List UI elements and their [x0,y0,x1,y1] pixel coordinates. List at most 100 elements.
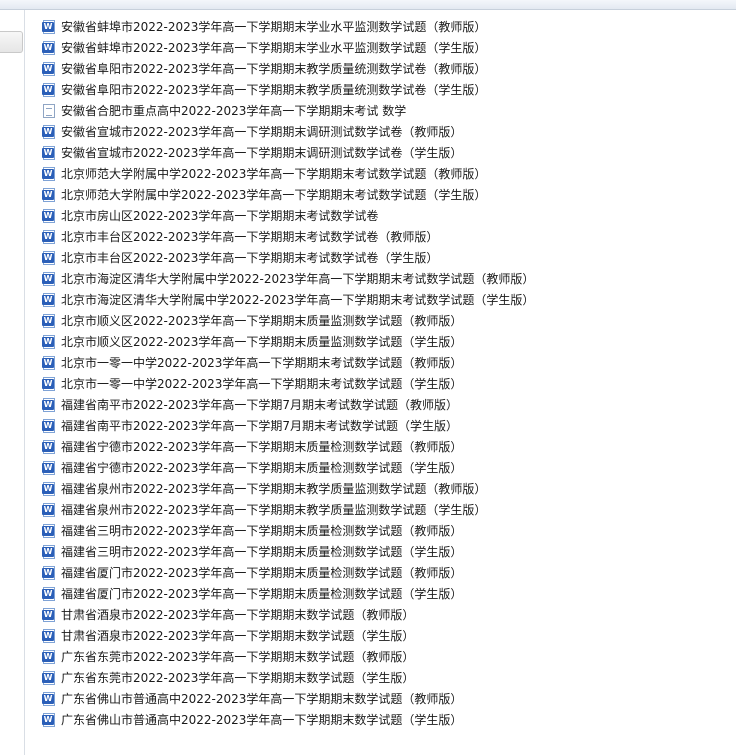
file-name: 北京市海淀区清华大学附属中学2022-2023学年高一下学期期末考试数学试题（学… [61,293,535,307]
file-item[interactable]: W 甘肃省酒泉市2022-2023学年高一下学期期末数学试题（学生版） [42,625,534,646]
word-doc-icon: W [42,376,56,391]
generic-doc-icon: W [42,103,56,118]
file-item[interactable]: W 北京市丰台区2022-2023学年高一下学期期末考试数学试卷（教师版） [42,226,534,247]
file-name: 北京市丰台区2022-2023学年高一下学期期末考试数学试卷（学生版） [61,251,439,265]
word-doc-icon: W [42,229,56,244]
file-item[interactable]: W 安徽省宣城市2022-2023学年高一下学期期末调研测试数学试卷（教师版） [42,121,534,142]
word-doc-icon: W [42,523,56,538]
word-doc-icon: W [42,271,56,286]
window-top-bar [0,0,736,10]
word-doc-icon: W [42,292,56,307]
file-name: 安徽省合肥市重点高中2022-2023学年高一下学期期末考试 数学 [61,104,407,118]
file-name: 福建省厦门市2022-2023学年高一下学期期末质量检测数学试题（学生版） [61,587,463,601]
word-doc-icon: W [42,481,56,496]
file-item[interactable]: W 福建省南平市2022-2023学年高一下学期7月期末考试数学试题（学生版） [42,415,534,436]
file-name: 广东省东莞市2022-2023学年高一下学期期末数学试题（学生版） [61,671,415,685]
word-doc-icon: W [42,607,56,622]
file-item[interactable]: W 福建省厦门市2022-2023学年高一下学期期末质量检测数学试题（教师版） [42,562,534,583]
file-item[interactable]: W 福建省南平市2022-2023学年高一下学期7月期末考试数学试题（教师版） [42,394,534,415]
file-name: 安徽省宣城市2022-2023学年高一下学期期末调研测试数学试卷（学生版） [61,146,463,160]
word-doc-icon: W [42,565,56,580]
file-item[interactable]: W 安徽省阜阳市2022-2023学年高一下学期期末教学质量统测数学试卷（学生版） [42,79,534,100]
word-doc-icon: W [42,502,56,517]
file-item[interactable]: W 北京市顺义区2022-2023学年高一下学期期末质量监测数学试题（教师版） [42,310,534,331]
file-name: 安徽省阜阳市2022-2023学年高一下学期期末教学质量统测数学试卷（学生版） [61,83,487,97]
word-doc-icon: W [42,439,56,454]
file-name: 安徽省宣城市2022-2023学年高一下学期期末调研测试数学试卷（教师版） [61,125,463,139]
file-item[interactable]: W 安徽省蚌埠市2022-2023学年高一下学期期末学业水平监测数学试题（教师版） [42,16,534,37]
word-doc-icon: W [42,397,56,412]
file-item[interactable]: W 福建省宁德市2022-2023学年高一下学期期末质量检测数学试题（学生版） [42,457,534,478]
file-name: 北京市一零一中学2022-2023学年高一下学期期末考试数学试题（学生版） [61,377,463,391]
word-doc-icon: W [42,82,56,97]
file-name: 北京市顺义区2022-2023学年高一下学期期末质量监测数学试题（学生版） [61,335,463,349]
file-item[interactable]: W 北京市顺义区2022-2023学年高一下学期期末质量监测数学试题（学生版） [42,331,534,352]
file-item[interactable]: W 北京市海淀区清华大学附属中学2022-2023学年高一下学期期末考试数学试题（… [42,268,534,289]
file-name: 福建省厦门市2022-2023学年高一下学期期末质量检测数学试题（教师版） [61,566,463,580]
file-item[interactable]: W 广东省佛山市普通高中2022-2023学年高一下学期期末数学试题（学生版） [42,709,534,730]
word-doc-icon: W [42,124,56,139]
word-doc-icon: W [42,544,56,559]
file-item[interactable]: W 北京市一零一中学2022-2023学年高一下学期期末考试数学试题（学生版） [42,373,534,394]
file-name: 北京师范大学附属中学2022-2023学年高一下学期期末考试数学试题（教师版） [61,167,487,181]
word-doc-icon: W [42,712,56,727]
file-item[interactable]: W 福建省宁德市2022-2023学年高一下学期期末质量检测数学试题（教师版） [42,436,534,457]
file-item[interactable]: W 甘肃省酒泉市2022-2023学年高一下学期期末数学试题（教师版） [42,604,534,625]
file-name: 福建省宁德市2022-2023学年高一下学期期末质量检测数学试题（教师版） [61,440,463,454]
word-doc-icon: W [42,691,56,706]
word-doc-icon: W [42,208,56,223]
file-name: 福建省南平市2022-2023学年高一下学期7月期末考试数学试题（教师版） [61,398,459,412]
file-name: 广东省佛山市普通高中2022-2023学年高一下学期期末数学试题（教师版） [61,692,463,706]
file-item[interactable]: W 北京市房山区2022-2023学年高一下学期期末考试数学试卷 [42,205,534,226]
file-item[interactable]: W 广东省东莞市2022-2023学年高一下学期期末数学试题（学生版） [42,667,534,688]
file-name: 北京市顺义区2022-2023学年高一下学期期末质量监测数学试题（教师版） [61,314,463,328]
word-doc-icon: W [42,670,56,685]
word-doc-icon: W [42,334,56,349]
file-item[interactable]: W 安徽省蚌埠市2022-2023学年高一下学期期末学业水平监测数学试题（学生版） [42,37,534,58]
file-name: 安徽省蚌埠市2022-2023学年高一下学期期末学业水平监测数学试题（教师版） [61,20,487,34]
file-name: 北京师范大学附属中学2022-2023学年高一下学期期末考试数学试题（学生版） [61,188,487,202]
file-name: 北京市海淀区清华大学附属中学2022-2023学年高一下学期期末考试数学试题（教… [61,272,535,286]
file-item[interactable]: W 安徽省阜阳市2022-2023学年高一下学期期末教学质量统测数学试卷（教师版） [42,58,534,79]
file-name: 福建省泉州市2022-2023学年高一下学期期末教学质量监测数学试题（学生版） [61,503,487,517]
file-list: W 安徽省蚌埠市2022-2023学年高一下学期期末学业水平监测数学试题（教师版）… [42,16,534,730]
file-name: 甘肃省酒泉市2022-2023学年高一下学期期末数学试题（学生版） [61,629,415,643]
file-item[interactable]: W 福建省三明市2022-2023学年高一下学期期末质量检测数学试题（学生版） [42,541,534,562]
word-doc-icon: W [42,586,56,601]
word-doc-icon: W [42,166,56,181]
file-item[interactable]: W 安徽省宣城市2022-2023学年高一下学期期末调研测试数学试卷（学生版） [42,142,534,163]
word-doc-icon: W [42,355,56,370]
file-item[interactable]: W 北京师范大学附属中学2022-2023学年高一下学期期末考试数学试题（教师版） [42,163,534,184]
file-item[interactable]: W 安徽省合肥市重点高中2022-2023学年高一下学期期末考试 数学 [42,100,534,121]
file-item[interactable]: W 福建省厦门市2022-2023学年高一下学期期末质量检测数学试题（学生版） [42,583,534,604]
word-doc-icon: W [42,313,56,328]
file-name: 甘肃省酒泉市2022-2023学年高一下学期期末数学试题（教师版） [61,608,415,622]
file-item[interactable]: W 广东省佛山市普通高中2022-2023学年高一下学期期末数学试题（教师版） [42,688,534,709]
file-item[interactable]: W 广东省东莞市2022-2023学年高一下学期期末数学试题（教师版） [42,646,534,667]
file-name: 广东省东莞市2022-2023学年高一下学期期末数学试题（教师版） [61,650,415,664]
file-name: 福建省泉州市2022-2023学年高一下学期期末教学质量监测数学试题（教师版） [61,482,487,496]
file-name: 安徽省阜阳市2022-2023学年高一下学期期末教学质量统测数学试卷（教师版） [61,62,487,76]
file-item[interactable]: W 福建省三明市2022-2023学年高一下学期期末质量检测数学试题（教师版） [42,520,534,541]
word-doc-icon: W [42,460,56,475]
word-doc-icon: W [42,649,56,664]
file-name: 福建省三明市2022-2023学年高一下学期期末质量检测数学试题（教师版） [61,524,463,538]
word-doc-icon: W [42,187,56,202]
file-name: 北京市房山区2022-2023学年高一下学期期末考试数学试卷 [61,209,379,223]
file-name: 安徽省蚌埠市2022-2023学年高一下学期期末学业水平监测数学试题（学生版） [61,41,487,55]
file-item[interactable]: W 北京市丰台区2022-2023学年高一下学期期末考试数学试卷（学生版） [42,247,534,268]
file-item[interactable]: W 北京市海淀区清华大学附属中学2022-2023学年高一下学期期末考试数学试题（… [42,289,534,310]
word-doc-icon: W [42,628,56,643]
file-name: 广东省佛山市普通高中2022-2023学年高一下学期期末数学试题（学生版） [61,713,463,727]
file-item[interactable]: W 福建省泉州市2022-2023学年高一下学期期末教学质量监测数学试题（教师版） [42,478,534,499]
file-item[interactable]: W 福建省泉州市2022-2023学年高一下学期期末教学质量监测数学试题（学生版） [42,499,534,520]
file-name: 福建省三明市2022-2023学年高一下学期期末质量检测数学试题（学生版） [61,545,463,559]
file-item[interactable]: W 北京市一零一中学2022-2023学年高一下学期期末考试数学试题（教师版） [42,352,534,373]
file-name: 北京市一零一中学2022-2023学年高一下学期期末考试数学试题（教师版） [61,356,463,370]
word-doc-icon: W [42,61,56,76]
word-doc-icon: W [42,19,56,34]
file-name: 北京市丰台区2022-2023学年高一下学期期末考试数学试卷（教师版） [61,230,439,244]
navigation-pane-tab[interactable] [0,31,23,53]
file-name: 福建省宁德市2022-2023学年高一下学期期末质量检测数学试题（学生版） [61,461,463,475]
file-item[interactable]: W 北京师范大学附属中学2022-2023学年高一下学期期末考试数学试题（学生版） [42,184,534,205]
